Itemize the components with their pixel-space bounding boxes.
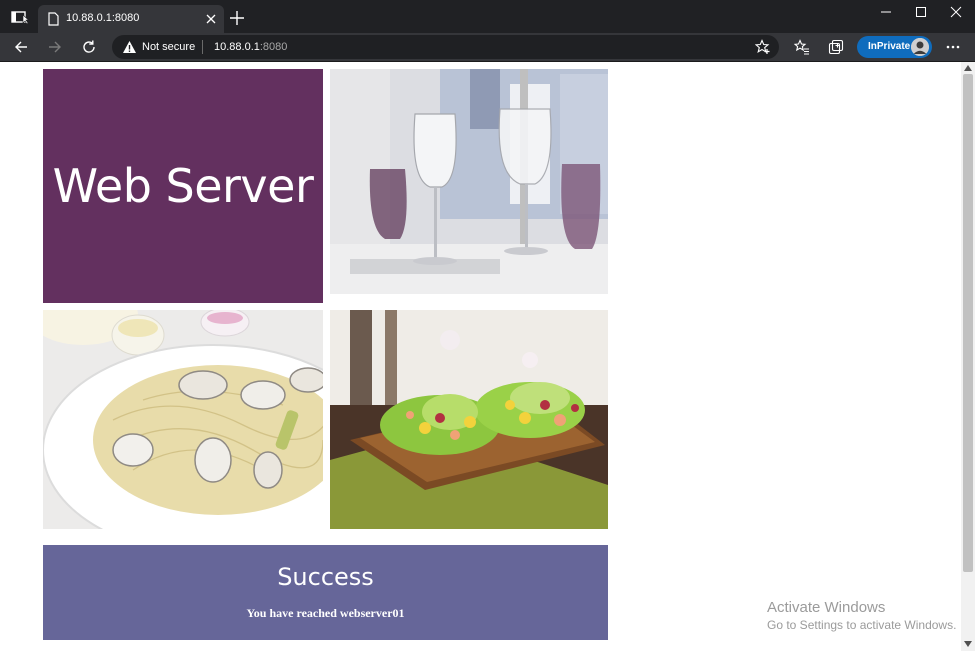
maximize-icon xyxy=(916,7,926,17)
clam-pasta-photo xyxy=(43,310,323,529)
banner-title: Success xyxy=(277,563,374,591)
watermark-title: Activate Windows xyxy=(767,599,886,616)
warning-icon[interactable] xyxy=(122,40,137,54)
tab-actions-button[interactable] xyxy=(8,6,32,28)
title-bar: 10.88.0.1:8080 xyxy=(0,0,975,33)
scrollbar-thumb[interactable] xyxy=(963,74,973,572)
page-viewport: Web Server Success You have reached webs… xyxy=(0,62,961,651)
window-close-button[interactable] xyxy=(938,0,974,24)
banner-subtitle: You have reached webserver01 xyxy=(246,606,405,620)
profile-icon xyxy=(911,38,929,56)
page-icon xyxy=(48,12,59,26)
add-favorite-icon[interactable] xyxy=(755,39,771,55)
security-label[interactable]: Not secure xyxy=(142,41,195,53)
favorites-button[interactable] xyxy=(792,37,812,57)
browser-toolbar: Not secure 10.88.0.1:8080 InPrivate xyxy=(0,33,975,62)
back-button[interactable] xyxy=(10,36,32,58)
minimize-icon xyxy=(881,11,891,13)
scroll-up-arrow-icon[interactable] xyxy=(964,65,972,71)
minimize-button[interactable] xyxy=(868,0,904,24)
shrimp-lettuce-wraps-photo xyxy=(330,310,608,529)
address-separator xyxy=(202,40,203,54)
watermark-subtitle: Go to Settings to activate Windows. xyxy=(767,618,957,632)
maximize-button[interactable] xyxy=(903,0,939,24)
vertical-scrollbar[interactable] xyxy=(961,62,975,651)
browser-tab[interactable]: 10.88.0.1:8080 xyxy=(38,5,224,33)
address-bar[interactable]: Not secure 10.88.0.1:8080 xyxy=(112,35,779,59)
forward-button[interactable] xyxy=(44,36,66,58)
url-port: :8080 xyxy=(259,41,288,53)
more-icon xyxy=(946,45,960,49)
activate-windows-watermark: Activate Windows Go to Settings to activ… xyxy=(767,599,956,632)
tab-close-icon[interactable] xyxy=(204,12,218,26)
inprivate-button[interactable]: InPrivate xyxy=(857,36,932,58)
tab-actions-icon xyxy=(11,11,29,24)
inprivate-label: InPrivate xyxy=(868,41,911,52)
tab-title: 10.88.0.1:8080 xyxy=(66,12,140,24)
scroll-down-arrow-icon[interactable] xyxy=(964,641,972,647)
favorites-icon xyxy=(794,39,809,55)
url-text[interactable]: 10.88.0.1:8080 xyxy=(214,41,287,53)
success-banner: Success You have reached webserver01 xyxy=(43,545,608,640)
new-tab-button[interactable] xyxy=(228,9,246,27)
hero-title: Web Server xyxy=(52,159,314,213)
collections-button[interactable] xyxy=(826,37,846,57)
back-arrow-icon xyxy=(15,41,27,53)
avatar xyxy=(911,38,929,56)
hero-tile: Web Server xyxy=(43,69,323,303)
refresh-icon xyxy=(83,40,95,53)
collections-icon xyxy=(828,39,844,55)
wine-glasses-photo xyxy=(330,69,608,294)
refresh-button[interactable] xyxy=(78,36,100,58)
close-icon xyxy=(950,6,962,18)
forward-arrow-icon xyxy=(49,41,61,53)
more-button[interactable] xyxy=(943,37,963,57)
url-host: 10.88.0.1 xyxy=(214,41,260,53)
